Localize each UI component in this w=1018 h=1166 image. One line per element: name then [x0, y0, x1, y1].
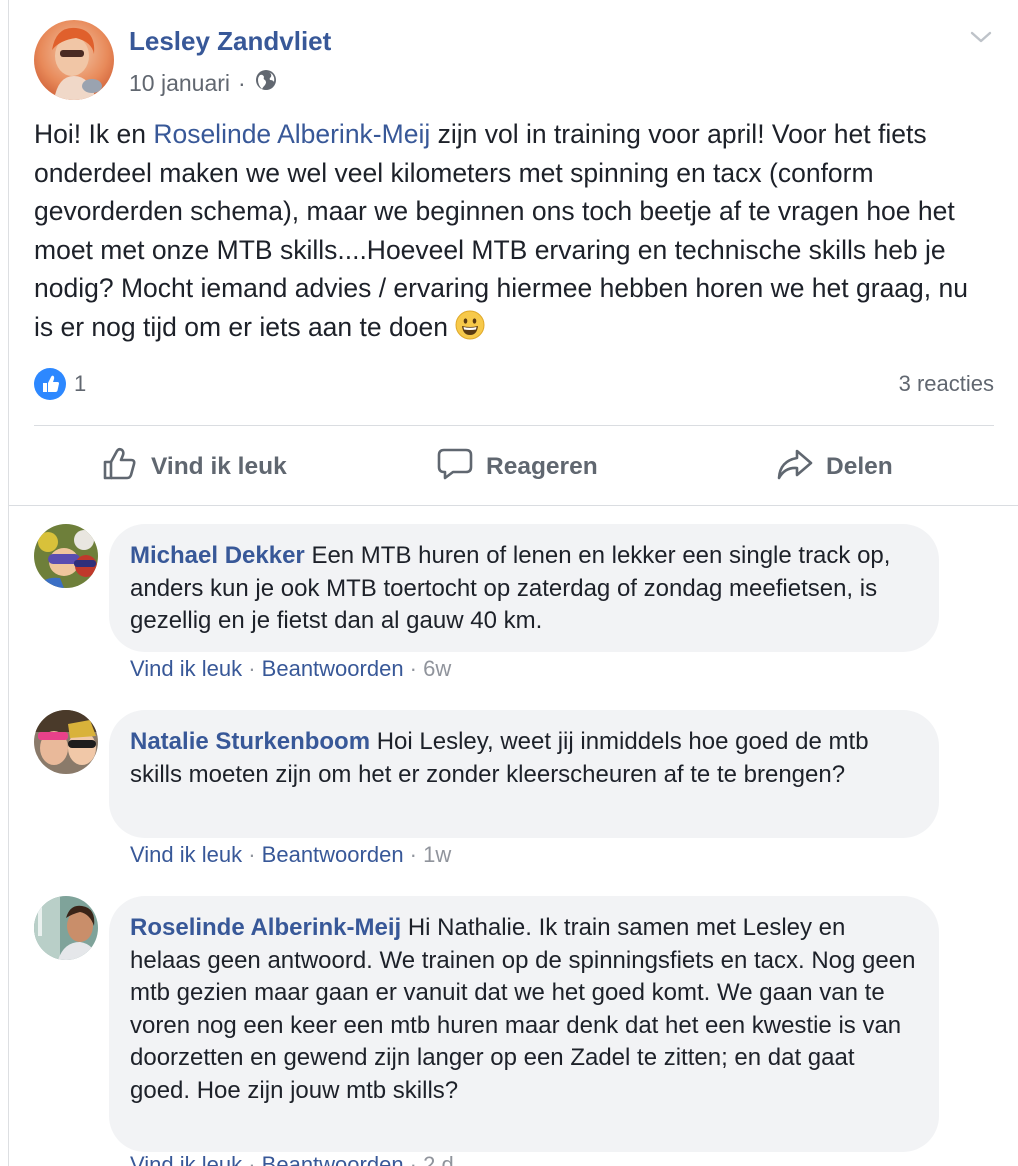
post-header: Lesley Zandvliet 10 januari · [34, 20, 994, 100]
comment-time[interactable]: 2 d [423, 1152, 454, 1166]
commenter-name[interactable]: Michael Dekker [130, 542, 305, 569]
speech-bubble-icon [436, 445, 474, 490]
commenter-avatar[interactable] [34, 710, 98, 774]
commenter-avatar[interactable] [34, 896, 98, 960]
author-name[interactable]: Lesley Zandvliet [129, 26, 331, 57]
like-button-label: Vind ik leuk [151, 453, 287, 480]
share-button[interactable]: Delen [776, 440, 893, 494]
comment-actions: Vind ik leuk · Beantwoorden · 1w [130, 842, 452, 867]
comment-bubble: Michael Dekker Een MTB huren of lenen en… [109, 524, 939, 652]
post-meta: 10 januari · [129, 68, 278, 98]
comment-button[interactable]: Reageren [436, 440, 598, 494]
share-arrow-icon [776, 445, 814, 490]
comment-time[interactable]: 6w [423, 656, 451, 681]
meta-separator: · [238, 69, 246, 96]
commenter-name[interactable]: Roselinde Alberink-Meij [130, 914, 401, 941]
comment-button-label: Reageren [486, 453, 598, 480]
mention-link[interactable]: Roselinde Alberink-Meij [153, 119, 430, 149]
post-text-start: Hoi! Ik en [34, 119, 154, 149]
comment-time[interactable]: 1w [423, 842, 451, 867]
author-avatar[interactable] [34, 20, 114, 100]
commenter-avatar[interactable] [34, 524, 98, 588]
comment-actions: Vind ik leuk · Beantwoorden · 2 d [130, 1152, 454, 1166]
reaction-bar: 1 3 reacties [34, 368, 994, 400]
post-text-end: zijn vol in training voor april! Voor he… [34, 119, 968, 342]
comment-like-link[interactable]: Vind ik leuk [130, 1152, 242, 1166]
comment-count[interactable]: 3 reacties [899, 371, 994, 397]
comment-reply-link[interactable]: Beantwoorden [262, 1152, 404, 1166]
comment-bubble: Roselinde Alberink-Meij Hi Nathalie. Ik … [109, 896, 939, 1152]
grinning-emoji-icon [455, 310, 485, 340]
comment-actions: Vind ik leuk · Beantwoorden · 6w [130, 656, 452, 681]
comment-like-link[interactable]: Vind ik leuk [130, 656, 242, 681]
divider [34, 425, 994, 426]
comment-reply-link[interactable]: Beantwoorden [262, 656, 404, 681]
like-count[interactable]: 1 [74, 371, 86, 397]
post-text: Hoi! Ik en Roselinde Alberink-Meij zijn … [34, 115, 984, 346]
like-reaction-icon[interactable] [34, 368, 66, 400]
comment-reply-link[interactable]: Beantwoorden [262, 842, 404, 867]
post-card: Lesley Zandvliet 10 januari · Hoi! Ik en… [8, 0, 1018, 1166]
post-date[interactable]: 10 januari [129, 70, 230, 97]
thumbs-up-icon [101, 445, 139, 490]
share-button-label: Delen [826, 453, 893, 480]
action-bar: Vind ik leuk Reageren Delen [34, 440, 994, 494]
like-button[interactable]: Vind ik leuk [101, 440, 287, 494]
chevron-down-icon[interactable] [968, 24, 994, 50]
commenter-name[interactable]: Natalie Sturkenboom [130, 728, 370, 755]
globe-icon [254, 68, 278, 98]
comment-text: Hi Nathalie. Ik train samen met Lesley e… [130, 914, 916, 1104]
comment-bubble: Natalie Sturkenboom Hoi Lesley, weet jij… [109, 710, 939, 838]
comment-like-link[interactable]: Vind ik leuk [130, 842, 242, 867]
